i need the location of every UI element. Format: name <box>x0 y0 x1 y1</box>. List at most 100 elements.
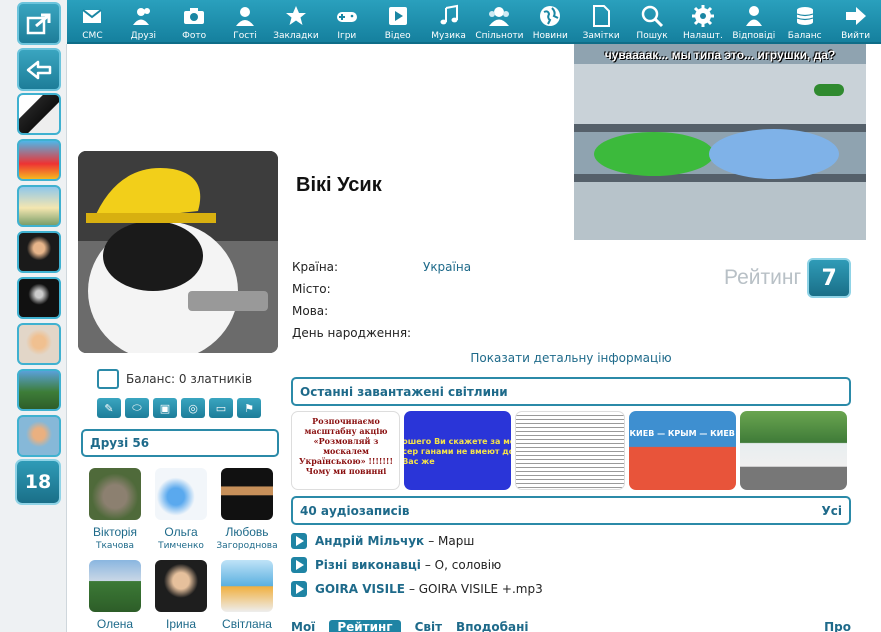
toolbar-label: Вийти <box>841 31 871 41</box>
share-button[interactable] <box>17 2 61 45</box>
star-icon <box>285 6 306 25</box>
toolbar-item-gamepad[interactable]: Ігри <box>321 0 372 42</box>
gamepad-icon <box>336 12 357 22</box>
friends-header[interactable]: Друзі 56 <box>81 429 279 457</box>
globe-icon[interactable]: ◎ <box>181 398 205 418</box>
friends-title: Друзі 56 <box>90 436 150 450</box>
toolbar-label: СМС <box>82 31 103 41</box>
toolbar-item-envelope[interactable]: СМС <box>67 0 118 42</box>
friend-first-name: Олена <box>96 617 134 631</box>
friend-last-name: Ткачова <box>95 541 135 551</box>
profile-name: Вікі Усик <box>296 174 382 196</box>
profile-banner-image[interactable]: чуваааак... мы типа это... игрушки, да? <box>574 44 866 240</box>
friend-card[interactable]: Вікторія Ткачова <box>82 468 148 551</box>
friend-avatar <box>89 468 141 520</box>
track-artist[interactable]: Андрій Мільчук <box>315 534 424 548</box>
gift-icon[interactable]: ▣ <box>153 398 177 418</box>
toolbar-item-star[interactable]: Закладки <box>271 0 322 42</box>
photo-caption: КИЕВ — КРЫМ — КИЕВ <box>629 429 735 438</box>
toolbar-label: Новини <box>532 31 568 41</box>
photo-thumb[interactable]: Розпочинаємо масштабну акцію «Розмовляй … <box>291 411 401 490</box>
balance-row[interactable]: Баланс: 0 златників <box>97 369 252 389</box>
track-artist[interactable]: Різні виконавці <box>315 558 421 572</box>
audio-title: 40 аудіозаписів <box>300 503 410 518</box>
rail-avatar-6[interactable] <box>17 323 61 365</box>
toolbar-item-coins[interactable]: Баланс <box>779 0 830 42</box>
exit-arrow-icon <box>845 7 866 25</box>
play-icon[interactable] <box>291 581 307 597</box>
toolbar-item-play[interactable]: Відео <box>372 0 423 42</box>
toolbar-item-music[interactable]: Музика <box>423 0 474 42</box>
toolbar-item-search[interactable]: Пошук <box>627 0 678 42</box>
tab-mine[interactable]: Мої <box>291 620 315 632</box>
friend-card[interactable]: Олена <box>82 560 148 632</box>
friend-card[interactable]: Ірина <box>148 560 214 632</box>
gear-icon <box>691 5 714 27</box>
photo-thumb[interactable]: КИЕВ — КРЫМ — КИЕВ <box>628 411 736 490</box>
pill-icon[interactable]: ⬭ <box>125 398 149 418</box>
track-title: – Марш <box>428 534 475 548</box>
photo-thumb[interactable]: ошего Ви скажете за мон сер ганами не вм… <box>404 411 512 490</box>
toolbar-item-gear[interactable]: Налашт. <box>678 0 729 42</box>
edit-icon[interactable]: ✎ <box>97 398 121 418</box>
play-icon <box>388 7 407 25</box>
flag-icon[interactable]: ⚑ <box>237 398 261 418</box>
friend-first-name: Світлана <box>222 617 272 631</box>
notification-count-badge[interactable]: 18 <box>15 459 61 505</box>
photo-strip: Розпочинаємо масштабну акцію «Розмовляй … <box>291 411 848 490</box>
play-icon[interactable] <box>291 557 307 573</box>
info-row-city: Місто: <box>292 278 592 300</box>
friend-card[interactable]: Світлана <box>214 560 280 632</box>
toolbar-item-exit-arrow[interactable]: Вийти <box>830 0 881 42</box>
photo-thumb[interactable] <box>515 411 625 490</box>
profile-actions: ✎ ⬭ ▣ ◎ ▭ ⚑ <box>97 398 261 418</box>
friend-avatar <box>221 468 273 520</box>
rail-avatar-3[interactable] <box>17 185 61 227</box>
tab-rating[interactable]: Рейтинг <box>329 620 401 632</box>
photo-caption: Розпочинаємо масштабну акцію «Розмовляй … <box>299 416 393 476</box>
track-artist[interactable]: GOIRA VISILE <box>315 582 405 596</box>
back-button[interactable] <box>17 48 61 91</box>
info-value[interactable]: Україна <box>423 260 471 274</box>
play-icon[interactable] <box>291 533 307 549</box>
info-label: Мова: <box>292 304 329 318</box>
balance-text: Баланс: 0 златників <box>126 372 253 386</box>
friend-card[interactable]: Любовь Загороднова <box>214 468 280 551</box>
audio-track: Андрій Мільчук – Марш <box>291 529 851 553</box>
audio-header[interactable]: 40 аудіозаписів Усі <box>291 496 851 525</box>
tab-liked[interactable]: Вподобані <box>456 620 529 632</box>
toolbar-label: Замітки <box>582 31 620 41</box>
rail-avatar-8[interactable] <box>17 415 61 457</box>
audio-track: Різні виконавці – О, соловію <box>291 553 851 577</box>
photos-header[interactable]: Останні завантажені світлини <box>291 377 851 406</box>
rail-avatar-1[interactable] <box>17 93 61 135</box>
info-label: Країна: <box>292 260 339 274</box>
photo-thumb[interactable] <box>739 411 848 490</box>
profile-info: Країна: Україна Місто: Мова: День народж… <box>292 256 592 344</box>
share-icon <box>26 13 51 34</box>
rail-avatar-7[interactable] <box>17 369 61 411</box>
toolbar-item-globe[interactable]: Новини <box>525 0 576 42</box>
message-icon[interactable]: ▭ <box>209 398 233 418</box>
friend-avatar <box>155 468 207 520</box>
profile-avatar[interactable] <box>78 151 278 353</box>
toolbar-item-group[interactable]: Спільноти <box>474 0 525 42</box>
info-row-birthday: День народження: <box>292 322 592 344</box>
toolbar-item-camera[interactable]: Фото <box>169 0 220 42</box>
track-title: – О, соловію <box>424 558 502 572</box>
rail-avatar-4[interactable] <box>17 231 61 273</box>
rail-avatar-5[interactable] <box>17 277 61 319</box>
tab-world[interactable]: Світ <box>415 620 442 632</box>
toolbar-item-person[interactable]: Відповіді <box>728 0 779 42</box>
toolbar-item-note[interactable]: Замітки <box>576 0 627 42</box>
show-details-link[interactable]: Показати детальну інформацію <box>292 351 850 365</box>
friend-card[interactable]: Ольга Тимченко <box>148 468 214 551</box>
audio-all-link[interactable]: Усі <box>822 504 842 518</box>
rating-widget[interactable]: Рейтинг 7 <box>724 258 852 298</box>
toolbar-item-users[interactable]: Друзі <box>118 0 169 42</box>
friend-last-name: Загороднова <box>216 541 278 551</box>
toolbar-item-user[interactable]: Гості <box>220 0 271 42</box>
tab-about[interactable]: Про <box>824 620 851 632</box>
toolbar-label: Баланс <box>787 31 822 41</box>
rail-avatar-2[interactable] <box>17 139 61 181</box>
